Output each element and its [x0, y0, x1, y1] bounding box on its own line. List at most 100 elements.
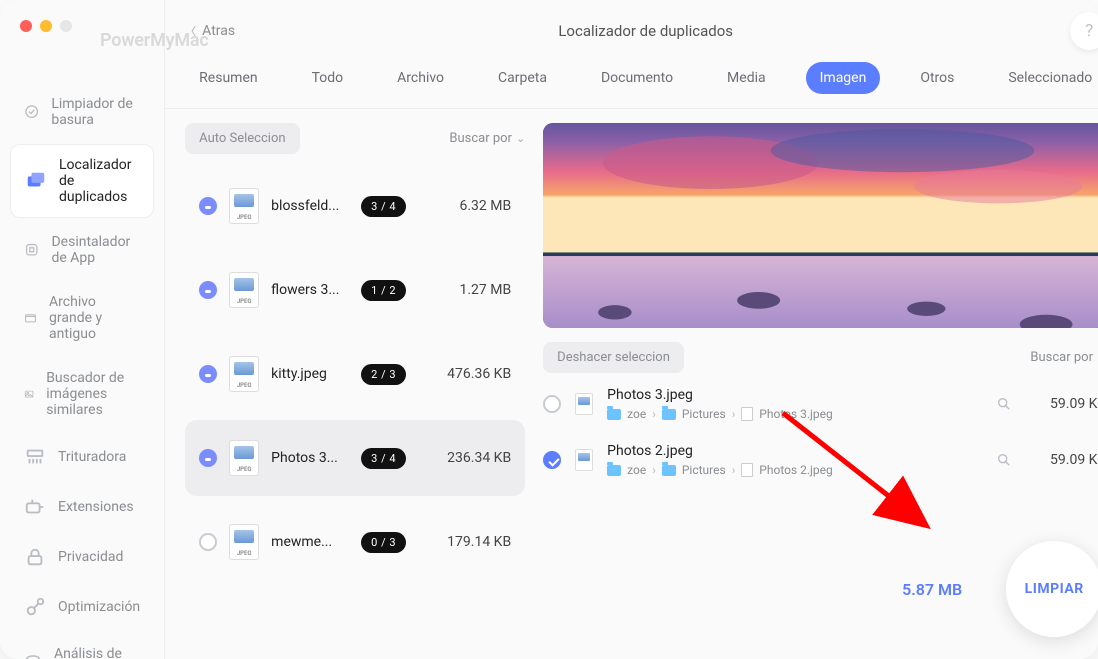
- duplicate-checkbox[interactable]: [543, 395, 561, 413]
- sidebar-item-app-uninstaller[interactable]: Desintalador de App: [10, 222, 154, 278]
- tab-image[interactable]: Imagen: [806, 62, 881, 94]
- group-count-badge: 2 / 3: [361, 364, 406, 385]
- duplicate-filename: Photos 2.jpeg: [607, 443, 982, 459]
- tab-folder[interactable]: Carpeta: [484, 62, 561, 94]
- tab-other[interactable]: Otros: [906, 62, 968, 94]
- group-row[interactable]: JPEG kitty.jpeg 2 / 3 476.36 KB: [185, 336, 525, 412]
- folder-icon: [662, 409, 676, 420]
- group-size: 1.27 MB: [423, 282, 511, 298]
- content-area: Auto Seleccion Buscar por ⌄ JPEG blossfe…: [165, 109, 1098, 659]
- undo-selection-button[interactable]: Deshacer seleccion: [543, 342, 684, 373]
- tab-media[interactable]: Media: [713, 62, 780, 94]
- image-preview: [543, 123, 1098, 328]
- sidebar-item-duplicate-finder[interactable]: Localizador de duplicados: [10, 144, 154, 218]
- sidebar-item-large-old-files[interactable]: Archivo grande y antiguo: [10, 282, 154, 354]
- auto-select-button[interactable]: Auto Seleccion: [185, 123, 299, 154]
- group-filename: blossfeld...: [271, 198, 349, 214]
- sidebar-item-label: Extensiones: [58, 499, 134, 515]
- sidebar-item-label: Buscador de imágenes similares: [46, 370, 140, 418]
- group-row[interactable]: JPEG flowers 3... 1 / 2 1.27 MB: [185, 252, 525, 328]
- help-button[interactable]: ?: [1070, 12, 1098, 50]
- group-count-badge: 0 / 3: [361, 532, 406, 553]
- sidebar-item-shredder[interactable]: Trituradora: [10, 434, 154, 480]
- sidebar-item-label: Privacidad: [58, 549, 123, 565]
- extension-icon: [24, 496, 46, 518]
- group-count-badge: 3 / 4: [361, 196, 406, 217]
- duplicate-group-list: JPEG blossfeld... 3 / 4 6.32 MB JPEG flo…: [185, 168, 525, 580]
- sidebar-item-disk-analysis[interactable]: Análisis de disco: [10, 634, 154, 659]
- close-window-icon[interactable]: [20, 20, 32, 32]
- search-by-dropdown-right[interactable]: Buscar por ⌄: [1030, 350, 1098, 365]
- file-icon: [741, 407, 753, 421]
- footer-bar: 5.87 MB LIMPIAR: [902, 541, 1098, 637]
- duplicate-path: zoe › Pictures › Photos 3.jpeg: [607, 407, 982, 421]
- duplicate-checkbox[interactable]: [543, 451, 561, 469]
- tab-file[interactable]: Archivo: [383, 62, 458, 94]
- sidebar-item-junk-cleaner[interactable]: Limpiador de basura: [10, 84, 154, 140]
- folder-icon: [662, 465, 676, 476]
- topbar: 〈 Atras Localizador de duplicados ?: [165, 0, 1098, 62]
- sidebar-item-optimization[interactable]: Optimización: [10, 584, 154, 630]
- duplicate-row[interactable]: Photos 3.jpeg zoe › Pictures › Photos 3.…: [543, 383, 1098, 425]
- sidebar-item-label: Desintalador de App: [51, 234, 140, 266]
- group-checkbox[interactable]: [199, 533, 217, 551]
- jpeg-thumbnail-icon: JPEG: [229, 272, 259, 308]
- jpeg-thumbnail-icon: JPEG: [229, 440, 259, 476]
- tab-document[interactable]: Documento: [587, 62, 687, 94]
- disk-icon: [24, 651, 42, 659]
- group-count-badge: 3 / 4: [361, 448, 406, 469]
- magnify-icon[interactable]: [996, 396, 1012, 412]
- group-size: 179.14 KB: [423, 534, 511, 550]
- group-row[interactable]: JPEG Photos 3... 3 / 4 236.34 KB: [185, 420, 525, 496]
- group-size: 6.32 MB: [423, 198, 511, 214]
- rocket-icon: [24, 596, 46, 618]
- app-window: PowerMyMac Limpiador de basura Localizad…: [0, 0, 1098, 659]
- tab-all[interactable]: Todo: [298, 62, 358, 94]
- duplicate-row[interactable]: Photos 2.jpeg zoe › Pictures › Photos 2.…: [543, 439, 1098, 481]
- group-filename: mewme...: [271, 534, 349, 550]
- lock-icon: [24, 546, 46, 568]
- group-checkbox[interactable]: [199, 281, 217, 299]
- sidebar-nav: Limpiador de basura Localizador de dupli…: [10, 84, 154, 659]
- group-checkbox[interactable]: [199, 449, 217, 467]
- category-tabs: Resumen Todo Archivo Carpeta Documento M…: [165, 62, 1098, 109]
- shredder-icon: [24, 446, 46, 468]
- duplicate-size: 59.09 KB: [1026, 396, 1098, 412]
- duplicate-filename: Photos 3.jpeg: [607, 387, 982, 403]
- group-row[interactable]: JPEG mewme... 0 / 3 179.14 KB: [185, 504, 525, 580]
- search-by-dropdown-left[interactable]: Buscar por ⌄: [449, 131, 525, 146]
- duplicate-size: 59.09 KB: [1026, 452, 1098, 468]
- app-icon: [24, 239, 39, 261]
- jpeg-mini-icon: [575, 393, 593, 415]
- duplicate-path: zoe › Pictures › Photos 2.jpeg: [607, 463, 982, 477]
- sidebar-item-label: Optimización: [58, 599, 140, 615]
- jpeg-thumbnail-icon: JPEG: [229, 524, 259, 560]
- details-panel: Deshacer seleccion Buscar por ⌄ Photos 3…: [543, 123, 1098, 645]
- group-count-badge: 1 / 2: [361, 280, 406, 301]
- back-label: Atras: [202, 23, 235, 39]
- sidebar-item-label: Localizador de duplicados: [59, 157, 139, 205]
- folder-icon: [607, 409, 621, 420]
- back-button[interactable]: 〈 Atras: [185, 23, 235, 39]
- jpeg-thumbnail-icon: JPEG: [229, 356, 259, 392]
- clean-button[interactable]: LIMPIAR: [1006, 541, 1098, 637]
- sidebar-item-label: Archivo grande y antiguo: [49, 294, 140, 342]
- magnify-icon[interactable]: [996, 452, 1012, 468]
- jpeg-mini-icon: [575, 449, 593, 471]
- chevron-left-icon: 〈: [185, 23, 196, 39]
- file-icon: [741, 463, 753, 477]
- group-checkbox[interactable]: [199, 365, 217, 383]
- group-row[interactable]: JPEG blossfeld... 3 / 4 6.32 MB: [185, 168, 525, 244]
- main-panel: 〈 Atras Localizador de duplicados ? Resu…: [165, 0, 1098, 659]
- minimize-window-icon[interactable]: [40, 20, 52, 32]
- tab-summary[interactable]: Resumen: [185, 62, 271, 94]
- sidebar-item-extensions[interactable]: Extensiones: [10, 484, 154, 530]
- tab-selected[interactable]: Seleccionado: [994, 62, 1098, 94]
- group-filename: Photos 3...: [271, 450, 349, 466]
- folders-icon: [25, 170, 47, 192]
- group-checkbox[interactable]: [199, 197, 217, 215]
- sidebar-item-privacy[interactable]: Privacidad: [10, 534, 154, 580]
- sidebar-item-similar-images[interactable]: Buscador de imágenes similares: [10, 358, 154, 430]
- box-icon: [24, 307, 37, 329]
- group-filename: kitty.jpeg: [271, 366, 349, 382]
